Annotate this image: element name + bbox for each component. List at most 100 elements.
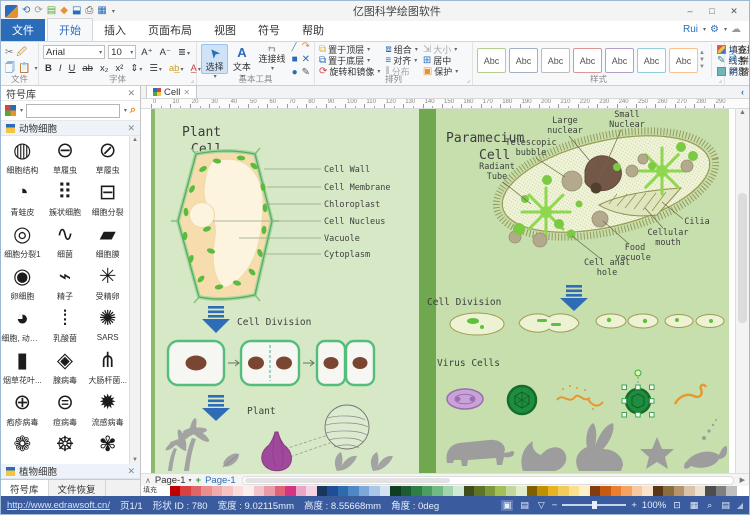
symbol-item[interactable]: ⊘草履虫 bbox=[86, 136, 129, 178]
open-icon[interactable]: ◆ bbox=[60, 4, 68, 18]
delete-tool-icon[interactable]: ✕ bbox=[302, 54, 310, 65]
color-swatch[interactable] bbox=[663, 486, 674, 496]
scroll-up-arrow-icon[interactable]: ▲ bbox=[739, 109, 746, 116]
symbol-search-input[interactable] bbox=[26, 104, 120, 118]
format-painter-icon[interactable]: 🖉 bbox=[16, 47, 27, 58]
font-family-combo[interactable]: Arial▾ bbox=[43, 45, 105, 59]
vertical-scrollbar[interactable]: ▲ bbox=[735, 109, 749, 473]
export-icon[interactable]: ▦ bbox=[97, 4, 106, 18]
color-swatch[interactable] bbox=[527, 486, 538, 496]
drawing-canvas[interactable]: Plant Cell bbox=[141, 109, 749, 473]
symbol-item[interactable]: ◈腺病毒 bbox=[44, 346, 87, 388]
style-down-icon[interactable]: ▼ bbox=[699, 57, 705, 64]
color-swatch[interactable] bbox=[222, 486, 233, 496]
new-page-icon[interactable]: ▤ bbox=[47, 4, 56, 18]
style-up-icon[interactable]: ▲ bbox=[699, 50, 705, 57]
color-swatch[interactable] bbox=[317, 486, 328, 496]
section-close-icon[interactable]: ✕ bbox=[127, 123, 135, 134]
menu-tab-5[interactable]: 帮助 bbox=[291, 19, 335, 41]
color-swatch[interactable] bbox=[159, 486, 170, 496]
color-swatch[interactable] bbox=[390, 486, 401, 496]
strikethrough-button[interactable]: ab bbox=[80, 63, 95, 74]
color-swatch[interactable] bbox=[432, 486, 443, 496]
settings-gear-icon[interactable]: ⚙ bbox=[710, 24, 719, 35]
color-swatch[interactable] bbox=[653, 486, 664, 496]
green-virus[interactable] bbox=[508, 386, 536, 414]
symbol-item[interactable]: ◕细胞, 动物... bbox=[1, 304, 44, 346]
color-swatch[interactable] bbox=[705, 486, 716, 496]
arc-tool-icon[interactable]: ↷ bbox=[302, 42, 310, 52]
color-swatch[interactable] bbox=[621, 486, 632, 496]
symbol-item[interactable]: ⊖草履虫 bbox=[44, 136, 87, 178]
section-plant-cells[interactable]: 植物细胞 ✕ bbox=[1, 464, 140, 479]
color-swatch[interactable] bbox=[275, 486, 286, 496]
horizontal-scrollbar[interactable] bbox=[242, 476, 734, 485]
symbol-item[interactable]: ◍细胞结构 bbox=[1, 136, 44, 178]
pan-icon[interactable]: ▦ bbox=[688, 500, 701, 511]
purple-virus[interactable] bbox=[447, 389, 483, 409]
symbol-item[interactable]: ⋔大肠杆菌... bbox=[86, 346, 129, 388]
symbol-item[interactable]: ⊜痘病毒 bbox=[44, 388, 87, 430]
app-logo-icon[interactable] bbox=[5, 5, 18, 18]
nucleus-shape[interactable] bbox=[190, 203, 215, 228]
cloud-icon[interactable]: ☁ bbox=[731, 24, 741, 35]
symbol-item[interactable]: ⌁精子 bbox=[44, 262, 87, 304]
zoom-level[interactable]: 100% bbox=[642, 500, 666, 511]
library-caret-icon[interactable]: ▾ bbox=[20, 107, 23, 114]
highlight-button[interactable]: ab̲▾ bbox=[167, 63, 186, 74]
page-tab-page1[interactable]: Page-1 bbox=[205, 475, 236, 486]
save-icon[interactable]: ⬓ bbox=[72, 4, 81, 18]
menu-tab-file[interactable]: 文件 bbox=[1, 19, 45, 41]
paste-caret-icon[interactable]: ▾ bbox=[34, 65, 37, 72]
scroll-right-arrow-icon[interactable]: ▶ bbox=[740, 476, 745, 484]
color-swatch[interactable] bbox=[569, 486, 580, 496]
vertical-scroll-thumb[interactable] bbox=[738, 193, 747, 323]
underline-button[interactable]: U bbox=[67, 63, 78, 74]
symbol-scrollbar[interactable]: ▲ ▼ bbox=[129, 136, 140, 464]
color-swatch[interactable] bbox=[422, 486, 433, 496]
symbol-item[interactable]: ✹流感病毒 bbox=[86, 388, 129, 430]
add-page-button[interactable]: + bbox=[196, 475, 202, 486]
color-swatch[interactable] bbox=[516, 486, 527, 496]
color-swatch[interactable] bbox=[590, 486, 601, 496]
color-swatch[interactable] bbox=[495, 486, 506, 496]
color-swatch[interactable] bbox=[233, 486, 244, 496]
plant-cell-page[interactable]: Plant Cell bbox=[151, 109, 419, 473]
color-swatch[interactable] bbox=[632, 486, 643, 496]
section-plant-close-icon[interactable]: ✕ bbox=[127, 466, 135, 477]
color-swatch[interactable] bbox=[600, 486, 611, 496]
menu-tab-3[interactable]: 视图 bbox=[203, 19, 247, 41]
scroll-down-icon[interactable]: ▼ bbox=[132, 457, 138, 463]
document-tab-close-icon[interactable]: ✕ bbox=[183, 88, 190, 97]
font-size-combo[interactable]: 10▾ bbox=[108, 45, 136, 59]
view-fullscreen-icon[interactable]: ▽ bbox=[536, 500, 547, 511]
color-swatch[interactable] bbox=[243, 486, 254, 496]
color-swatch[interactable] bbox=[506, 486, 517, 496]
color-swatch[interactable] bbox=[716, 486, 727, 496]
color-swatch[interactable] bbox=[306, 486, 317, 496]
symbol-item[interactable]: ✾ bbox=[86, 430, 129, 464]
collapse-pagebar-icon[interactable]: ∧ bbox=[145, 476, 151, 485]
account-name[interactable]: Rui bbox=[683, 24, 698, 35]
account-caret-icon[interactable]: ▾ bbox=[703, 26, 706, 33]
color-swatch[interactable] bbox=[338, 486, 349, 496]
line-tool-icon[interactable]: ╱ bbox=[292, 42, 298, 52]
style-swatch[interactable]: Abc bbox=[477, 48, 506, 73]
color-swatch[interactable] bbox=[642, 486, 653, 496]
style-swatch[interactable]: Abc bbox=[637, 48, 666, 73]
menu-tab-4[interactable]: 符号 bbox=[247, 19, 291, 41]
fit-page-icon[interactable]: ⊡ bbox=[671, 500, 683, 511]
copy-icon[interactable]: 🗍 bbox=[5, 63, 15, 74]
settings-caret-icon[interactable]: ▾ bbox=[724, 26, 727, 33]
symbol-item[interactable]: ∿细菌 bbox=[44, 220, 87, 262]
zoom-out-icon[interactable]: − bbox=[552, 500, 558, 511]
list-button[interactable]: ☰▾ bbox=[147, 63, 164, 74]
search-icon[interactable]: ⌕ bbox=[130, 104, 136, 117]
plant-division-sequence[interactable] bbox=[168, 341, 374, 385]
color-swatch[interactable] bbox=[201, 486, 212, 496]
view-pagebreak-icon[interactable]: ▤ bbox=[518, 500, 531, 511]
search-history-caret-icon[interactable]: ▾ bbox=[124, 107, 127, 114]
symbol-item[interactable]: ◔青蛙皮 bbox=[1, 178, 44, 220]
color-swatch[interactable] bbox=[401, 486, 412, 496]
tab-symbol-library[interactable]: 符号库 bbox=[1, 480, 49, 496]
